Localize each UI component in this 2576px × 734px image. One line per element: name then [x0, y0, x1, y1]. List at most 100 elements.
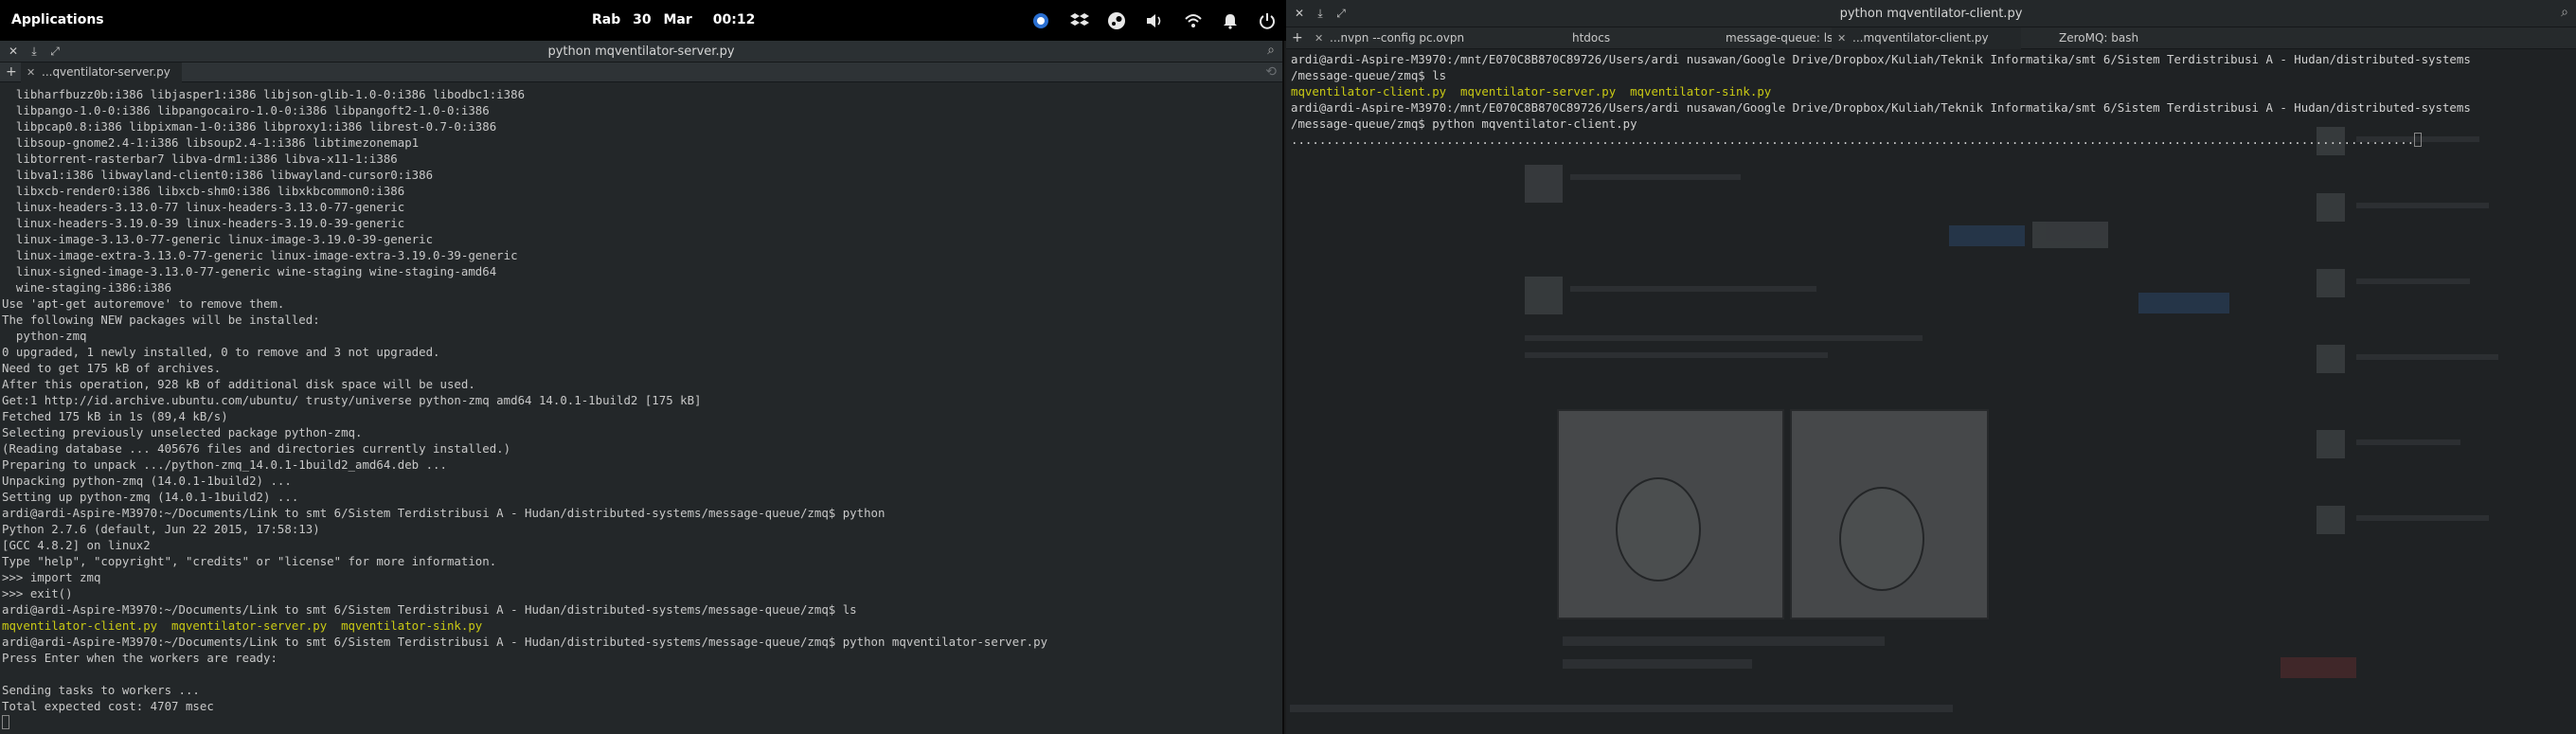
tab-label: message-queue: ls: [1726, 31, 1834, 45]
clock-time: 00:12: [712, 12, 756, 27]
text-cursor: [2414, 133, 2423, 147]
terminal-output[interactable]: ardi@ardi-Aspire-M3970:/mnt/E070C8B870C8…: [1291, 51, 2471, 148]
terminal-line: libsoup-gnome2.4-1:i386 libsoup2.4-1:i38…: [2, 135, 420, 150]
tab-label: ZeroMQ: bash: [2059, 31, 2139, 45]
terminal-line: Unpacking python-zmq (14.0.1-1build2) ..…: [2, 474, 292, 488]
ghost-avatar: [1525, 277, 1563, 314]
search-icon[interactable]: ⌕: [2561, 5, 2568, 20]
tab-close-icon[interactable]: ✕: [1837, 27, 1846, 49]
terminal-line: ardi@ardi-Aspire-M3970:/mnt/E070C8B870C8…: [1291, 52, 2471, 66]
right-terminal-titlebar[interactable]: ✕ ⤓ ⤢ python mqventilator-client.py ⌕: [1286, 0, 2576, 27]
ghost-thumb: [2317, 269, 2345, 297]
ghost-text: [1563, 659, 1752, 669]
tab-label: htdocs: [1572, 31, 1611, 45]
terminal-line: /message-queue/zmq$ python mqventilator-…: [1291, 116, 1637, 131]
left-terminal-window: ✕ ⤓ ⤢ python mqventilator-server.py ⌕ + …: [0, 41, 1284, 734]
wifi-icon[interactable]: [1183, 10, 1204, 31]
bell-icon[interactable]: [1220, 10, 1241, 31]
ghost-avatar: [1525, 165, 1563, 203]
ghost-status-bar: [1290, 705, 1953, 712]
ghost-thumb: [2317, 430, 2345, 458]
terminal-line: ardi@ardi-Aspire-M3970:~/Documents/Link …: [2, 635, 1048, 649]
left-terminal-tabbar: + ✕ ...qventilator-server.py ⟲: [0, 63, 1282, 82]
terminal-line: Get:1 http://id.archive.ubuntu.com/ubunt…: [2, 393, 702, 407]
ghost-text: [2356, 278, 2470, 284]
terminal-line: Use 'apt-get autoremove' to remove them.: [2, 296, 285, 311]
ghost-text: [2356, 203, 2489, 208]
applications-menu[interactable]: Applications: [11, 0, 104, 41]
terminal-line: [GCC 4.8.2] on linux2: [2, 538, 151, 552]
window-title: python mqventilator-server.py: [547, 45, 735, 59]
terminal-line: After this operation, 928 kB of addition…: [2, 377, 475, 391]
left-terminal-titlebar[interactable]: ✕ ⤓ ⤢ python mqventilator-server.py ⌕: [0, 41, 1282, 63]
ghost-thumb: [2317, 193, 2345, 222]
terminal-line: libpcap0.8:i386 libpixman-1-0:i386 libpr…: [2, 119, 497, 134]
terminal-line: wine-staging-i386:i386: [2, 280, 172, 295]
terminal-line: linux-image-extra-3.13.0-77-generic linu…: [2, 248, 518, 262]
ghost-text: [1563, 636, 1885, 646]
ghost-text: [2356, 354, 2498, 360]
tab-close-icon[interactable]: ✕: [27, 63, 35, 82]
ghost-text: [1570, 174, 1741, 180]
volume-icon[interactable]: [1144, 10, 1165, 31]
tab-zeromq[interactable]: ZeroMQ: bash: [2044, 27, 2195, 49]
terminal-line: /message-queue/zmq$ ls: [1291, 68, 1447, 82]
terminal-line: ........................................…: [1291, 132, 2471, 148]
power-icon[interactable]: [1257, 10, 1278, 31]
terminal-line: libharfbuzz0b:i386 libjasper1:i386 libjs…: [2, 87, 526, 101]
window-title: python mqventilator-client.py: [1839, 7, 2023, 21]
tab-label: ...mqventilator-client.py: [1852, 31, 1989, 45]
terminal-line: The following NEW packages will be insta…: [2, 313, 320, 327]
steam-icon[interactable]: [1106, 10, 1127, 31]
tab-label: ...nvpn --config pc.ovpn: [1330, 31, 1465, 45]
terminal-line: (Reading database ... 405676 files and d…: [2, 441, 511, 456]
terminal-line: mqventilator-client.py mqventilator-serv…: [1291, 84, 1772, 98]
search-icon[interactable]: ⌕: [1267, 43, 1275, 58]
terminal-line: linux-signed-image-3.13.0-77-generic win…: [2, 264, 497, 278]
history-icon[interactable]: ⟲: [1265, 63, 1277, 82]
terminal-line: libpango-1.0-0:i386 libpangocairo-1.0-0:…: [2, 103, 490, 117]
terminal-line: Selecting previously unselected package …: [2, 425, 363, 439]
terminal-line: ardi@ardi-Aspire-M3970:~/Documents/Link …: [2, 602, 857, 617]
ghost-comic-panel: [1790, 409, 1989, 619]
clock-day: Rab 30 Mar: [592, 12, 692, 27]
terminal-line: Preparing to unpack .../python-zmq_14.0.…: [2, 457, 447, 472]
tab-close-icon[interactable]: ✕: [1315, 27, 1323, 49]
terminal-line: >>> exit(): [2, 586, 73, 600]
terminal-output[interactable]: libharfbuzz0b:i386 libjasper1:i386 libjs…: [2, 86, 1047, 730]
ghost-button: [2032, 222, 2108, 248]
ghost-button: [1949, 225, 2025, 246]
terminal-line: 0 upgraded, 1 newly installed, 0 to remo…: [2, 345, 440, 359]
tab-server[interactable]: ✕ ...qventilator-server.py: [21, 63, 182, 82]
ghost-comic-face: [1839, 487, 1924, 591]
terminal-line: Press Enter when the workers are ready:: [2, 651, 277, 665]
background-browser: [1286, 51, 2576, 734]
terminal-line: linux-headers-3.13.0-77 linux-headers-3.…: [2, 200, 405, 214]
ghost-comic-face: [1616, 477, 1701, 582]
new-tab-icon[interactable]: +: [6, 63, 17, 82]
text-cursor: [2, 715, 9, 729]
dropbox-icon[interactable]: [1069, 10, 1090, 31]
terminal-line: python-zmq: [2, 329, 87, 343]
tab-client[interactable]: ✕ ...mqventilator-client.py: [1832, 27, 2021, 49]
terminal-line: ardi@ardi-Aspire-M3970:/mnt/E070C8B870C8…: [1291, 100, 2471, 115]
terminal-line: Fetched 175 kB in 1s (89,4 kB/s): [2, 409, 228, 423]
tab-htdocs[interactable]: htdocs: [1557, 27, 1690, 49]
ghost-text: [1570, 286, 1816, 292]
right-terminal-tabbar: + ✕ ...nvpn --config pc.ovpn htdocs mess…: [1286, 27, 2576, 49]
terminal-line: libxcb-render0:i386 libxcb-shm0:i386 lib…: [2, 184, 405, 198]
terminal-line: [2, 714, 1047, 730]
ghost-text: [1525, 335, 1923, 341]
ghost-comic-panel: [1557, 409, 1784, 619]
terminal-line: libva1:i386 libwayland-client0:i386 libw…: [2, 168, 434, 182]
new-tab-icon[interactable]: +: [1292, 27, 1303, 49]
clock[interactable]: Rab 30 Mar 00:12: [592, 0, 776, 41]
terminal-line: libtorrent-rasterbar7 libva-drm1:i386 li…: [2, 152, 398, 166]
terminal-line: ardi@ardi-Aspire-M3970:~/Documents/Link …: [2, 506, 886, 520]
terminal-line: linux-headers-3.19.0-39 linux-headers-3.…: [2, 216, 405, 230]
tab-openvpn[interactable]: ✕ ...nvpn --config pc.ovpn: [1309, 27, 1498, 49]
terminal-line: mqventilator-client.py mqventilator-serv…: [2, 618, 483, 633]
copyq-icon[interactable]: [1030, 10, 1051, 31]
ghost-text: [2356, 515, 2489, 521]
right-terminal-window: ✕ ⤓ ⤢ python mqventilator-client.py ⌕ + …: [1286, 0, 2576, 734]
